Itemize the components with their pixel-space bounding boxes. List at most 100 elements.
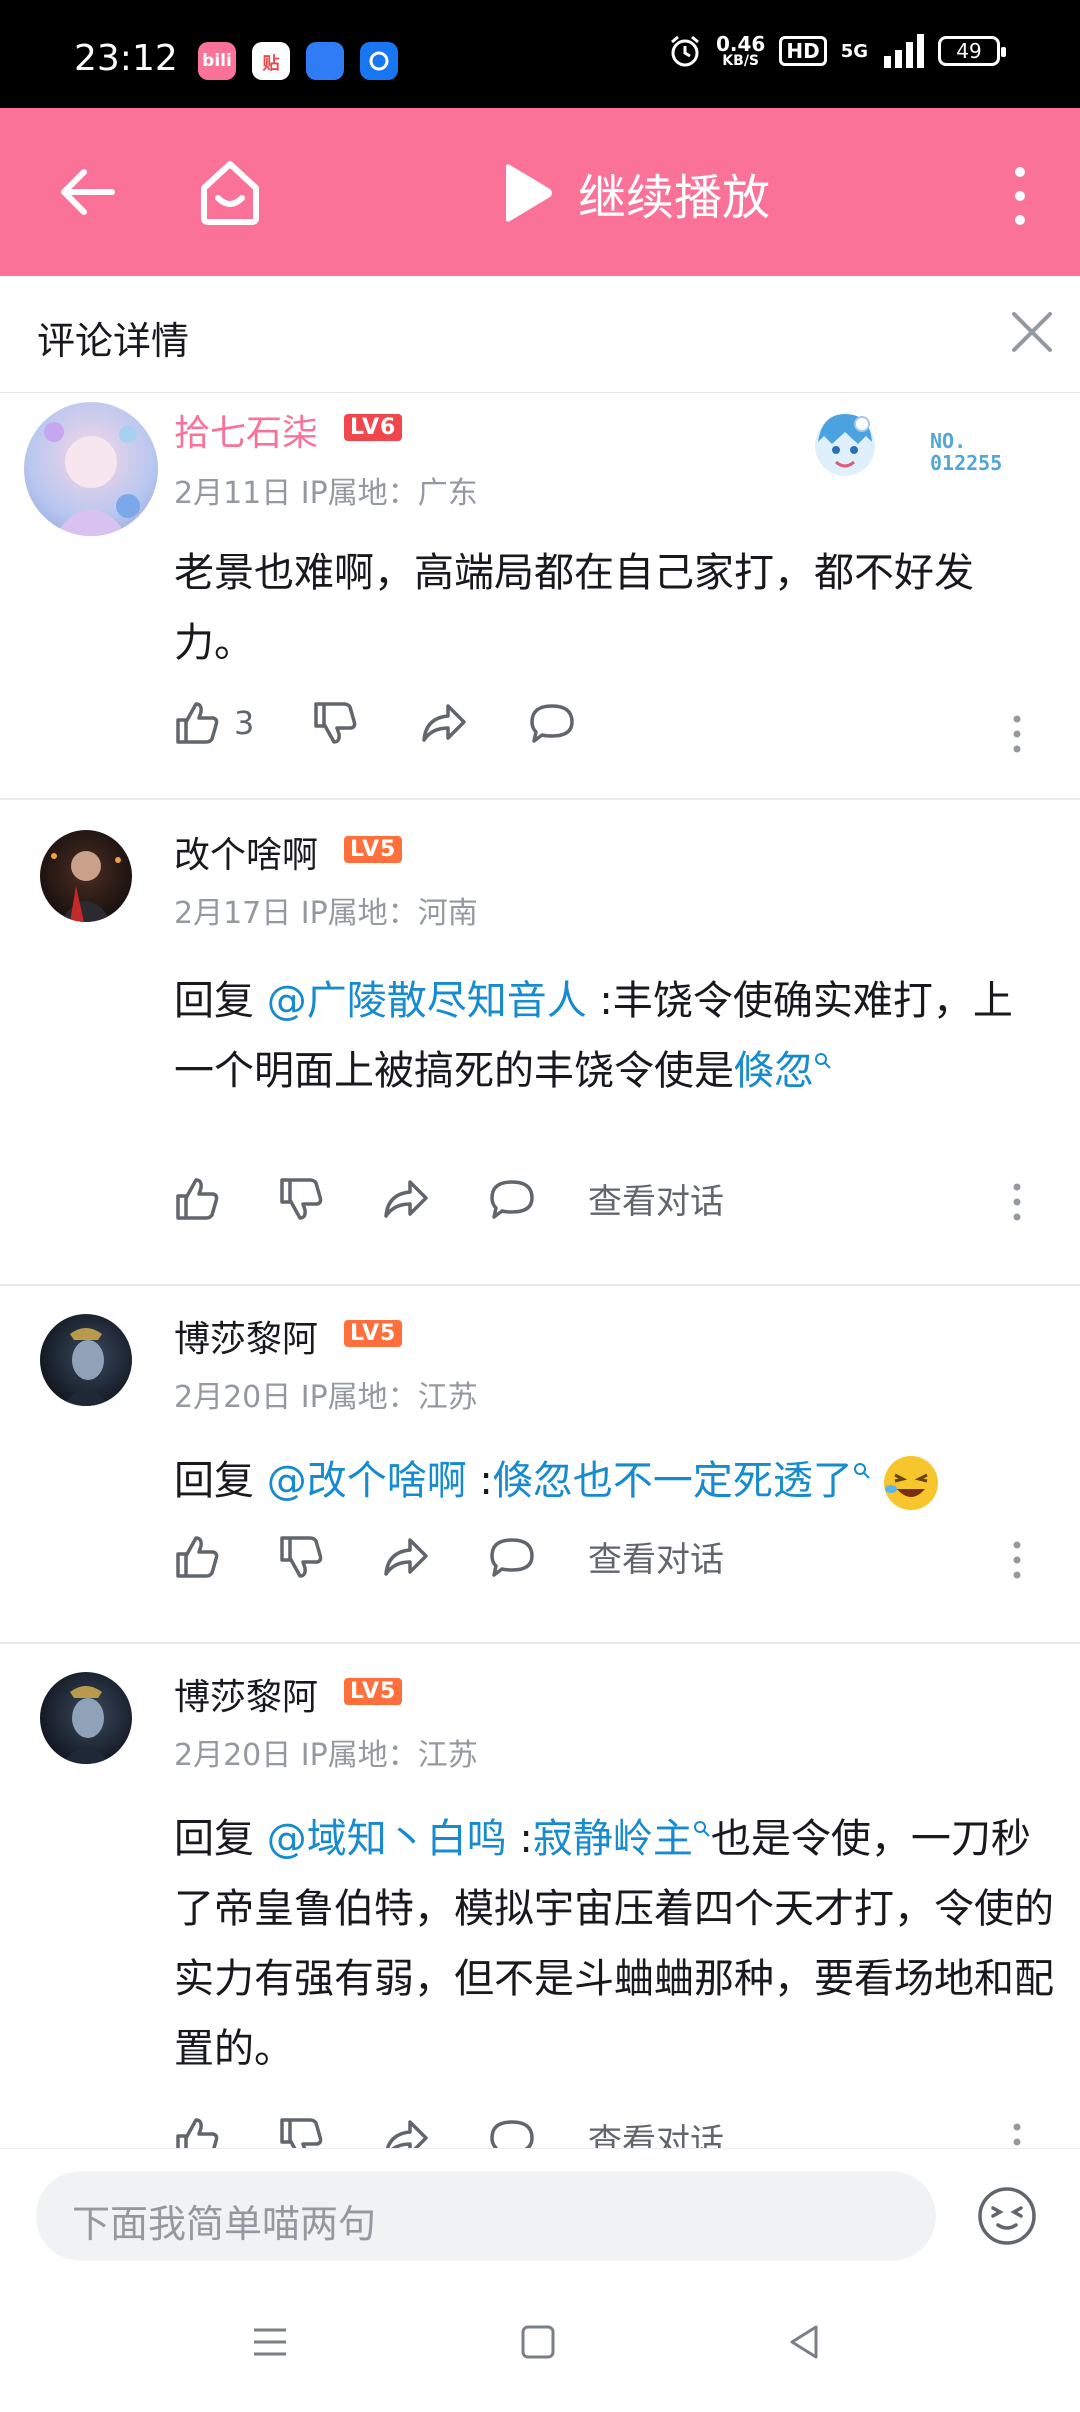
comment-more-icon[interactable] xyxy=(1012,714,1022,754)
comment-text: 回复 @改个啥啊 :倏忽也不一定死透了 xyxy=(174,1446,1044,1516)
comment-meta: 2月17日 IP属地：河南 xyxy=(174,896,478,931)
avatar[interactable] xyxy=(24,402,158,536)
reply-prefix: 回复 xyxy=(174,1458,267,1504)
reply-icon[interactable] xyxy=(488,2116,536,2149)
emoji-icon[interactable] xyxy=(976,2185,1038,2247)
level-badge: LV5 xyxy=(344,1320,403,1347)
like-button[interactable]: 3 xyxy=(174,700,254,746)
search-keyword-link[interactable]: 寂静岭主 xyxy=(533,1816,693,1862)
fan-badge-number: NO. 012255 xyxy=(930,430,1002,474)
bilibili-app-icon: bili xyxy=(198,42,236,80)
thumbs-up-icon[interactable] xyxy=(174,2116,220,2149)
comment-meta: 2月20日 IP属地：江苏 xyxy=(174,1380,478,1415)
share-icon[interactable] xyxy=(420,700,468,746)
reply-icon[interactable] xyxy=(488,1534,536,1580)
like-count: 3 xyxy=(234,704,255,742)
mention-link[interactable]: @改个啥啊 xyxy=(267,1458,467,1504)
alarm-icon xyxy=(671,35,699,67)
thumbs-up-icon xyxy=(176,702,219,744)
search-icon xyxy=(815,1052,831,1069)
view-conversation-link[interactable]: 查看对话 xyxy=(588,1174,724,1223)
mention-link[interactable]: @域知丶白鸣 xyxy=(267,1816,507,1862)
comment-text: 回复 @广陵散尽知音人 :丰饶令使确实难打，上一个明面上被搞死的丰饶令使是倏忽 xyxy=(174,966,1044,1106)
hd-badge: HD xyxy=(779,36,827,66)
panel-title: 评论详情 xyxy=(37,319,190,363)
comment-input-placeholder: 下面我简单喵两句 xyxy=(72,2202,377,2246)
battery-icon: 49 xyxy=(938,36,1006,66)
comment-username[interactable]: 拾七石柒 xyxy=(174,404,318,456)
reply-icon[interactable] xyxy=(528,700,576,746)
level-badge: LV6 xyxy=(344,414,403,441)
home-icon[interactable] xyxy=(190,152,270,232)
more-menu-icon[interactable] xyxy=(1000,158,1040,234)
comment-username[interactable]: 博莎黎阿 xyxy=(174,1668,318,1720)
thumbs-down-icon[interactable] xyxy=(278,1176,324,1222)
comment-meta: 2月20日 IP属地：江苏 xyxy=(174,1738,478,1773)
thumbs-down-icon[interactable] xyxy=(312,700,358,746)
thumbs-up-icon[interactable] xyxy=(174,1534,220,1580)
reply-prefix: 回复 xyxy=(174,1816,267,1862)
continue-play-label: 继续播放 xyxy=(578,170,771,226)
view-conversation-link[interactable]: 查看对话 xyxy=(588,1532,724,1581)
comment-item: 拾七石柒 LV6 NO. 012255 2月11日 IP属地：广东 老景也难啊，高… xyxy=(0,392,1080,800)
comment-input[interactable]: 下面我简单喵两句 xyxy=(36,2171,936,2261)
close-icon[interactable] xyxy=(1008,308,1056,356)
thumbs-down-icon[interactable] xyxy=(278,2116,324,2149)
view-conversation-link[interactable]: 查看对话 xyxy=(588,2114,724,2148)
fan-badge-avatar-icon xyxy=(815,414,875,476)
comment-meta: 2月11日 IP属地：广东 xyxy=(174,476,478,511)
reply-icon[interactable] xyxy=(488,1176,536,1222)
thumbs-up-icon[interactable] xyxy=(174,1176,220,1222)
back-triangle-icon[interactable] xyxy=(784,2322,824,2362)
mention-link[interactable]: @广陵散尽知音人 xyxy=(267,978,587,1024)
thumbs-down-icon[interactable] xyxy=(278,1534,324,1580)
fan-badge[interactable]: NO. 012255 xyxy=(800,402,1050,492)
reply-prefix: 回复 xyxy=(174,978,267,1024)
comment-item: 博莎黎阿 LV5 2月20日 IP属地：江苏 回复 @域知丶白鸣 :寂静岭主 也是… xyxy=(0,1642,1080,2148)
avatar[interactable] xyxy=(40,830,132,922)
net-speed-value: 0.46 xyxy=(715,32,766,56)
comment-input-bar: 下面我简单喵两句 xyxy=(0,2148,1080,2285)
comment-username[interactable]: 博莎黎阿 xyxy=(174,1310,318,1362)
comment-actions: 查看对话 xyxy=(174,1532,724,1581)
comment-body: : xyxy=(506,1816,533,1862)
avatar[interactable] xyxy=(40,1672,132,1764)
avatar[interactable] xyxy=(40,1314,132,1406)
status-time: 23:12 xyxy=(74,38,178,79)
comment-list[interactable]: 拾七石柒 LV6 NO. 012255 2月11日 IP属地：广东 老景也难啊，高… xyxy=(0,392,1080,2148)
continue-play-button[interactable]: 继续播放 xyxy=(498,158,770,228)
comment-username[interactable]: 改个啥啊 xyxy=(174,826,318,878)
play-icon xyxy=(506,164,552,222)
comment-more-icon[interactable] xyxy=(1012,2122,1022,2148)
share-icon[interactable] xyxy=(382,1534,430,1580)
comment-actions: 查看对话 xyxy=(174,2114,724,2148)
comment-more-icon[interactable] xyxy=(1012,1540,1022,1580)
tieba-app-icon: 贴 xyxy=(252,42,290,80)
notes-app-icon xyxy=(306,42,344,80)
comment-actions: 3 xyxy=(174,700,576,746)
search-icon xyxy=(853,1462,870,1479)
menu-icon[interactable] xyxy=(250,2322,290,2362)
comment-body: : xyxy=(466,1458,493,1504)
search-keyword-link[interactable]: 倏忽 xyxy=(734,1048,814,1094)
share-icon[interactable] xyxy=(382,1176,430,1222)
status-bar: 23:12 bili 贴 0.46 KB/S HD 5G 49 xyxy=(0,0,1080,108)
battery-level: 49 xyxy=(956,39,982,63)
notification-app-icons: bili 贴 xyxy=(198,42,398,80)
search-keyword-link[interactable]: 倏忽也不一定死透了 xyxy=(493,1458,853,1504)
signal-type-label: 5G xyxy=(840,40,868,62)
comment-more-icon[interactable] xyxy=(1012,1182,1022,1222)
comment-actions: 查看对话 xyxy=(174,1174,724,1223)
level-badge: LV5 xyxy=(344,1678,403,1705)
home-square-icon[interactable] xyxy=(518,2322,558,2362)
laughing-emoji-icon xyxy=(883,1456,938,1510)
video-header-bar: 继续播放 xyxy=(0,108,1080,276)
system-navigation-bar xyxy=(0,2284,1080,2412)
comment-detail-header: 评论详情 xyxy=(0,276,1080,393)
share-icon[interactable] xyxy=(382,2116,430,2149)
net-speed: 0.46 KB/S xyxy=(716,34,765,68)
signal-icon xyxy=(884,34,924,68)
back-arrow-icon[interactable] xyxy=(50,154,126,230)
net-speed-unit: KB/S xyxy=(722,53,760,69)
comment-item: 改个啥啊 LV5 2月17日 IP属地：河南 回复 @广陵散尽知音人 :丰饶令使… xyxy=(0,798,1080,1286)
